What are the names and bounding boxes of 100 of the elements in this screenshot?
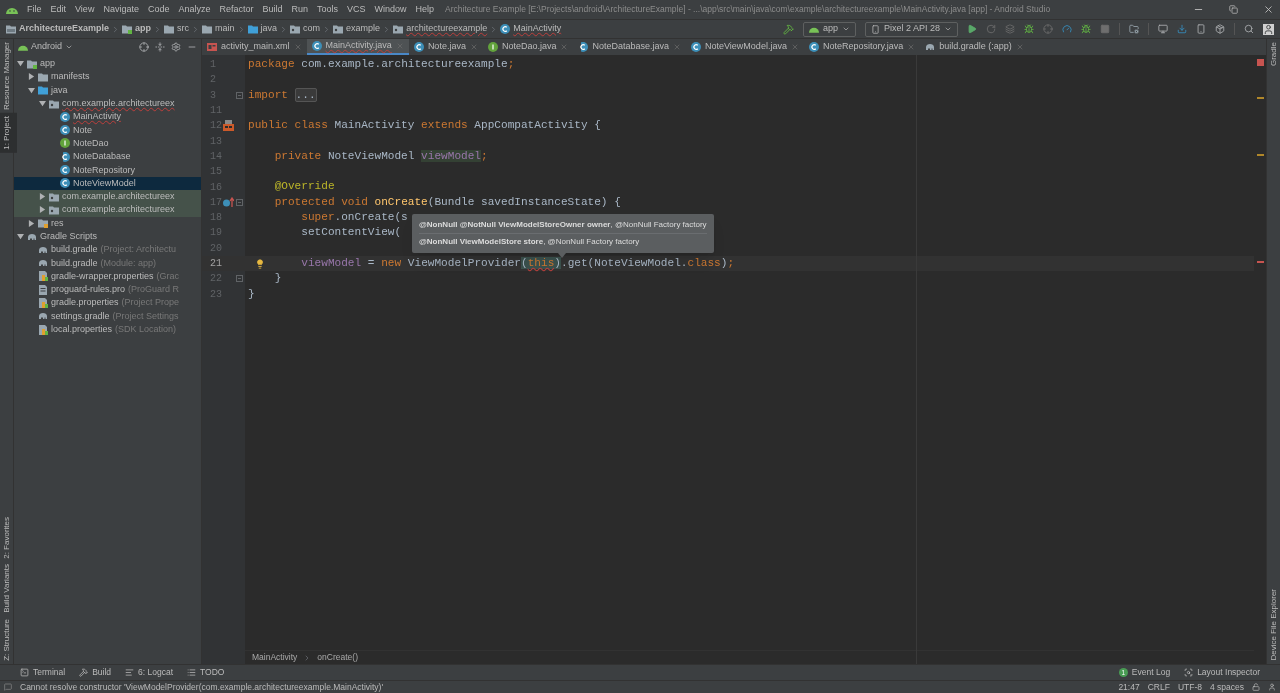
expanded-arrow-icon[interactable] bbox=[17, 233, 24, 240]
breadcrumb-item[interactable]: java bbox=[260, 22, 278, 36]
tree-item-label[interactable]: manifests bbox=[51, 72, 90, 82]
menu-item[interactable]: Navigate bbox=[103, 2, 139, 17]
tool-window-tab[interactable]: 2: Favorites bbox=[0, 513, 17, 562]
stop-icon[interactable] bbox=[1100, 24, 1110, 34]
breadcrumb-item[interactable]: example bbox=[346, 22, 381, 36]
selected-row[interactable]: NoteViewModel bbox=[14, 176, 201, 190]
menu-item[interactable]: Help bbox=[415, 2, 435, 17]
error-mark[interactable] bbox=[1256, 261, 1264, 263]
tree-item-label[interactable]: com.example.architectureex bbox=[62, 99, 175, 109]
debug-icon[interactable] bbox=[1024, 24, 1034, 34]
apply-changes-icon[interactable] bbox=[1005, 24, 1015, 34]
menu-item[interactable]: Analyze bbox=[178, 2, 211, 17]
inspector-person-icon[interactable] bbox=[1268, 683, 1276, 691]
menu-item[interactable]: Refactor bbox=[219, 2, 254, 17]
restore-icon[interactable] bbox=[1229, 5, 1238, 14]
breadcrumb-item[interactable]: main bbox=[215, 22, 235, 36]
tree-item-label[interactable]: proguard-rules.pro bbox=[51, 285, 126, 295]
status-icon[interactable] bbox=[4, 683, 12, 691]
menu-item[interactable]: Code bbox=[147, 2, 170, 17]
sync-icon[interactable] bbox=[1177, 24, 1187, 34]
run-config-dropdown[interactable]: app bbox=[802, 21, 856, 37]
collapsed-arrow-icon[interactable] bbox=[28, 73, 35, 81]
collapse-icon[interactable] bbox=[155, 42, 165, 52]
breadcrumb-item[interactable]: app bbox=[135, 22, 152, 36]
tree-item-label[interactable]: res bbox=[51, 218, 64, 228]
locate-icon[interactable] bbox=[139, 42, 149, 52]
editor-tab[interactable]: MainActivity.java bbox=[306, 39, 409, 55]
tool-window-tab[interactable]: Gradle bbox=[1263, 39, 1280, 69]
status-item[interactable]: 21:47 bbox=[1118, 680, 1140, 693]
breadcrumb-item[interactable]: MainActivity bbox=[513, 22, 562, 36]
fold-icon[interactable] bbox=[236, 91, 243, 99]
activity-icon[interactable] bbox=[222, 120, 234, 132]
device-manager-icon[interactable] bbox=[1196, 24, 1206, 34]
warning-mark[interactable] bbox=[1256, 154, 1264, 156]
tool-tab[interactable]: 6: Logcat bbox=[125, 666, 173, 679]
tool-tab[interactable]: Event Log bbox=[1131, 666, 1171, 679]
tree-item-label[interactable]: com.example.architectureex bbox=[62, 205, 175, 215]
device-dropdown[interactable]: Pixel 2 API 28 bbox=[864, 21, 958, 37]
tree-item-label[interactable]: NoteDatabase bbox=[73, 152, 131, 162]
error-indicator-icon[interactable] bbox=[1256, 59, 1264, 66]
close-icon[interactable] bbox=[1263, 4, 1274, 15]
warning-mark[interactable] bbox=[1256, 97, 1264, 99]
tree-item-label[interactable]: gradle-wrapper.properties bbox=[51, 271, 154, 281]
project-structure-icon[interactable] bbox=[1129, 24, 1139, 34]
breadcrumb-item[interactable]: architectureexample bbox=[406, 22, 488, 36]
tree-item-label[interactable]: local.properties bbox=[51, 325, 113, 335]
monitor-icon[interactable] bbox=[1158, 24, 1168, 34]
menu-item[interactable]: Build bbox=[262, 2, 283, 17]
profiler-icon[interactable] bbox=[1062, 24, 1072, 34]
tool-window-tab[interactable]: Resource Manager bbox=[0, 39, 17, 114]
tree-item-label[interactable]: build.gradle bbox=[51, 245, 98, 255]
tree-item-label[interactable]: settings.gradle bbox=[51, 311, 110, 321]
tool-window-tab[interactable]: Z: Structure bbox=[0, 616, 17, 664]
tree-item-label[interactable]: build.gradle bbox=[51, 258, 98, 268]
menu-item[interactable]: VCS bbox=[347, 2, 366, 17]
status-item[interactable]: UTF-8 bbox=[1177, 680, 1202, 693]
code-breadcrumb[interactable]: onCreate() bbox=[317, 651, 358, 664]
tool-tab[interactable]: TODO bbox=[187, 666, 225, 679]
tool-window-tab[interactable]: Build Variants bbox=[0, 561, 17, 617]
collapsed-arrow-icon[interactable] bbox=[28, 219, 35, 227]
expanded-arrow-icon[interactable] bbox=[17, 60, 24, 68]
search-icon[interactable] bbox=[1244, 24, 1254, 34]
collapsed-arrow-icon[interactable] bbox=[39, 193, 46, 201]
breadcrumb-item[interactable]: ArchitectureExample bbox=[19, 22, 110, 36]
tree-item-label[interactable]: MainActivity bbox=[73, 112, 121, 122]
run-icon[interactable] bbox=[967, 24, 977, 34]
fold-icon[interactable] bbox=[236, 198, 243, 206]
status-item[interactable]: CRLF bbox=[1147, 680, 1170, 693]
bug-icon[interactable] bbox=[1081, 24, 1091, 34]
collapsed-arrow-icon[interactable] bbox=[39, 206, 46, 214]
test-package-row[interactable]: com.example.architectureex bbox=[14, 203, 201, 217]
menu-item[interactable]: Run bbox=[291, 2, 308, 17]
sdk-manager-icon[interactable] bbox=[1215, 24, 1225, 34]
tree-item-label[interactable]: NoteDao bbox=[73, 138, 109, 148]
tree-item-label[interactable]: Note bbox=[73, 125, 92, 135]
fold-icon[interactable] bbox=[236, 275, 243, 283]
settings-icon[interactable] bbox=[171, 42, 181, 52]
tree-item-label[interactable]: app bbox=[40, 59, 56, 69]
menu-item[interactable]: Tools bbox=[317, 2, 339, 17]
tree-item-label[interactable]: gradle.properties bbox=[51, 298, 119, 308]
tree-item-label[interactable]: Gradle Scripts bbox=[40, 232, 98, 241]
menu-item[interactable]: View bbox=[75, 2, 95, 17]
lock-icon[interactable] bbox=[1252, 683, 1260, 691]
tool-window-tab[interactable]: 1: Project bbox=[0, 113, 17, 153]
menu-item[interactable]: Edit bbox=[50, 2, 67, 17]
code-breadcrumb[interactable]: MainActivity bbox=[252, 651, 298, 664]
override-icon[interactable] bbox=[222, 197, 234, 208]
breadcrumb-item[interactable]: src bbox=[177, 22, 190, 36]
expanded-arrow-icon[interactable] bbox=[39, 100, 46, 108]
tree-item-label[interactable]: com.example.architectureex bbox=[62, 192, 175, 202]
status-item[interactable]: 4 spaces bbox=[1209, 680, 1244, 693]
tree-item-label[interactable]: NoteViewModel bbox=[73, 178, 136, 188]
lightbulb-icon[interactable] bbox=[255, 258, 265, 269]
tree-item-label[interactable]: NoteRepository bbox=[73, 165, 136, 175]
tool-tab[interactable]: Terminal bbox=[20, 666, 66, 679]
menu-item[interactable]: Window bbox=[374, 2, 407, 17]
menu-item[interactable]: File bbox=[27, 2, 42, 17]
tool-tab[interactable]: Build bbox=[79, 666, 112, 679]
